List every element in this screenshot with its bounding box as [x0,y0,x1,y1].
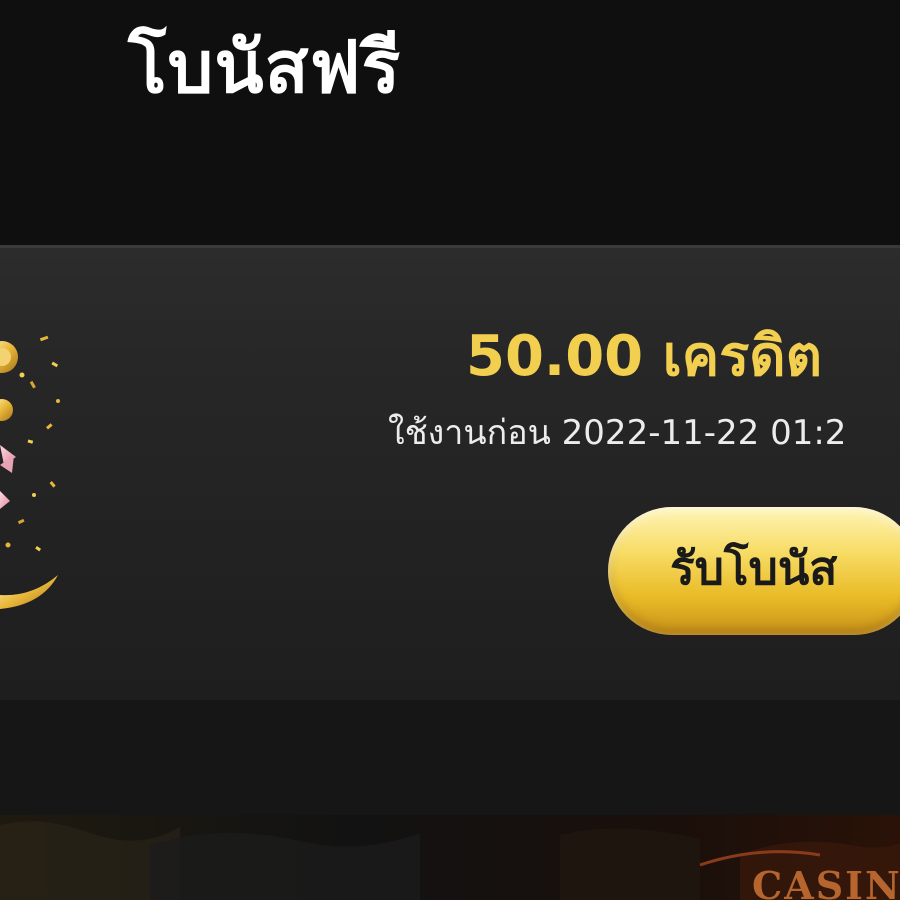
claim-bonus-button[interactable]: รับโบนัส [608,507,900,635]
claim-bonus-label: รับโบนัส [670,541,838,595]
casino-banner[interactable]: CASIN [0,815,900,900]
page-title: โบนัสฟรี [128,25,402,109]
page-header: โบนัสฟรี [0,0,900,245]
bonus-expiry: ใช้งานก่อน 2022-11-22 01:2 [388,413,847,453]
confetti-moon-icon [0,335,60,609]
bonus-card: 50.00 เครดิต ใช้งานก่อน 2022-11-22 01:2 … [0,245,900,700]
card-edge [0,245,900,248]
casino-logo-text: CASIN [752,863,900,900]
section-separator [0,700,900,815]
bonus-page: โบนัสฟรี 50.00 เครดิต ใช้งานก่อน 2022-11… [0,0,900,900]
bonus-amount: 50.00 เครดิต [466,324,823,389]
